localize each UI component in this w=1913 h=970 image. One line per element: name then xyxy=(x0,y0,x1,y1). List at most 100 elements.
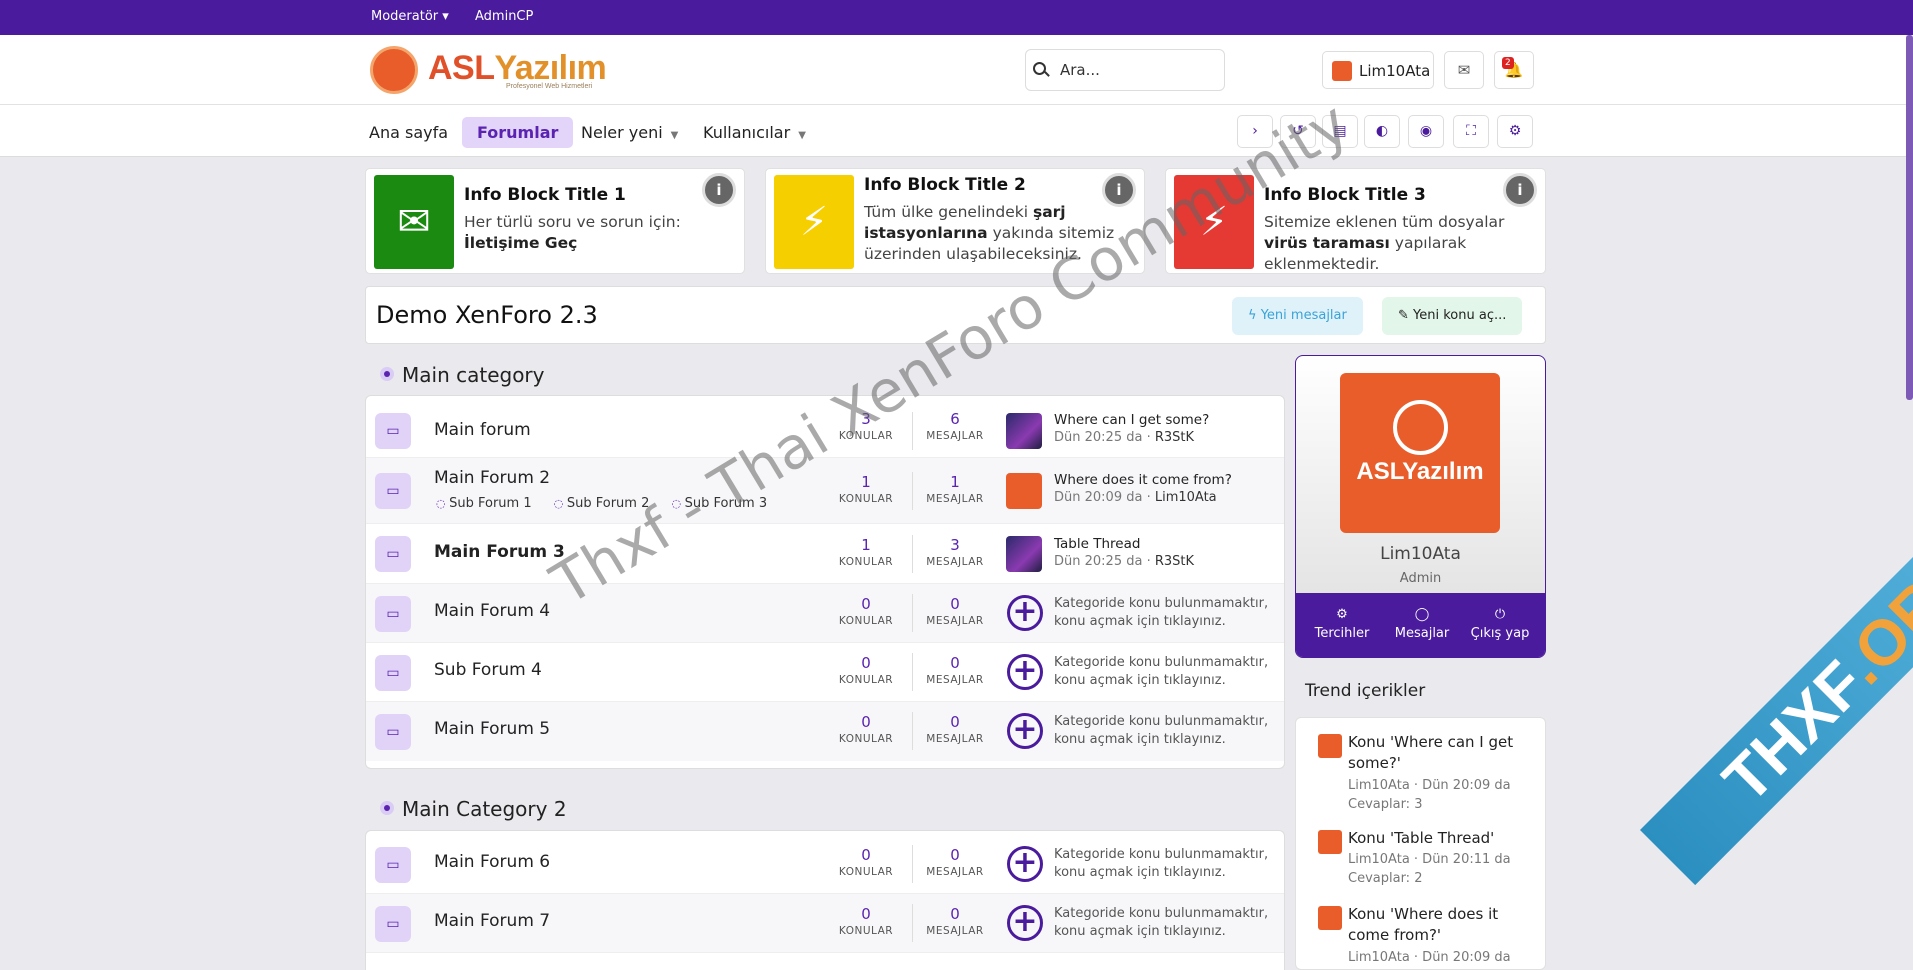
message-count: 3 MESAJLAR xyxy=(926,536,984,568)
trend-list: Konu 'Where can I get some?' Lim10Ata · … xyxy=(1295,717,1546,970)
forum-row[interactable]: ▭ Main Forum 4 0 KONULAR 0 MESAJLAR + Kate… xyxy=(366,584,1284,643)
info-icon[interactable]: i xyxy=(702,173,736,207)
info-title: Info Block Title 2 xyxy=(864,175,1026,195)
subforum-link[interactable]: Sub Forum 1 xyxy=(436,496,532,511)
trend-title[interactable]: Konu 'Table Thread' xyxy=(1348,828,1538,849)
thread-count: 0 KONULAR xyxy=(838,846,894,878)
user-actions: ⚙ Tercihler ◯ Mesajlar ⏻ Çıkış yap xyxy=(1296,593,1545,657)
empty-forum-text[interactable]: Kategoride konu bulunmamaktır, konu açma… xyxy=(1054,713,1284,749)
palette-icon[interactable]: ◐ xyxy=(1364,115,1400,148)
charging-station-icon: ⚡ xyxy=(774,175,854,269)
forum-row[interactable]: ▭ Main Forum 6 0 KONULAR 0 MESAJLAR + Kate… xyxy=(366,835,1284,894)
new-thread-button[interactable]: ✎ Yeni konu aç... xyxy=(1382,297,1523,335)
alerts-button[interactable]: 2 🔔 xyxy=(1494,51,1534,89)
message-count: 0 MESAJLAR xyxy=(926,846,984,878)
logout-link[interactable]: ⏻ Çıkış yap xyxy=(1460,607,1540,641)
moderator-menu[interactable]: Moderatör ▾ xyxy=(371,9,449,24)
avatar xyxy=(1318,734,1342,758)
last-post-meta: Dün 20:25 da · R3StK xyxy=(1054,554,1195,569)
last-post-title[interactable]: Where can I get some? xyxy=(1054,412,1209,428)
forum-name[interactable]: Sub Forum 4 xyxy=(434,660,542,680)
info-block-1: ✉ Info Block Title 1 Her türlü soru ve s… xyxy=(365,168,745,274)
category-main-2: ▭ Main Forum 6 0 KONULAR 0 MESAJLAR + Kate… xyxy=(365,830,1285,970)
trend-replies: Cevaplar: 2 xyxy=(1348,871,1423,886)
info-text: Her türlü soru ve sorun için: İletişime … xyxy=(464,213,681,252)
category-header[interactable]: Main category xyxy=(380,363,545,387)
last-post-title[interactable]: Table Thread xyxy=(1054,536,1140,552)
page-title: Demo XenForo 2.3 xyxy=(376,301,598,329)
thread-count: 1 KONULAR xyxy=(838,473,894,505)
nav-home[interactable]: Ana sayfa xyxy=(354,117,463,148)
avatar[interactable] xyxy=(1006,536,1042,572)
forum-chat-icon: ▭ xyxy=(375,906,411,942)
notification-badge: 2 xyxy=(1502,57,1514,69)
plus-circle-icon[interactable]: + xyxy=(1007,595,1043,631)
gear-icon[interactable]: ⚙ xyxy=(1497,115,1533,148)
trend-meta: Lim10Ata · Dün 20:09 da xyxy=(1348,778,1511,793)
user-avatar-logo[interactable]: ASLYazılım xyxy=(1340,373,1500,533)
thread-count: 0 KONULAR xyxy=(838,905,894,937)
nav-whats-new[interactable]: Neler yeni ▼ xyxy=(566,117,693,148)
last-post-meta: Dün 20:25 da · R3StK xyxy=(1054,430,1195,445)
search-input[interactable]: Ara... xyxy=(1025,49,1225,91)
preferences-link[interactable]: ⚙ Tercihler xyxy=(1302,607,1382,641)
category-dot-icon xyxy=(380,801,394,815)
username: Lim10Ata xyxy=(1359,62,1431,80)
avatar xyxy=(1332,61,1352,81)
info-icon[interactable]: i xyxy=(1102,173,1136,207)
forum-row[interactable]: ▭ Main Forum 5 0 KONULAR 0 MESAJLAR + Kate… xyxy=(366,702,1284,761)
nav-members[interactable]: Kullanıcılar ▼ xyxy=(688,117,821,148)
empty-forum-text[interactable]: Kategoride konu bulunmamaktır, konu açma… xyxy=(1054,654,1284,690)
plus-circle-icon[interactable]: + xyxy=(1007,713,1043,749)
gear-icon: ⚙ xyxy=(1336,607,1348,622)
plus-circle-icon[interactable]: + xyxy=(1007,654,1043,690)
forum-name[interactable]: Main Forum 5 xyxy=(434,719,550,739)
plus-circle-icon[interactable]: + xyxy=(1007,905,1043,941)
empty-forum-text[interactable]: Kategoride konu bulunmamaktır, konu açma… xyxy=(1054,905,1284,941)
new-posts-button[interactable]: ϟ Yeni mesajlar xyxy=(1232,297,1363,335)
message-count: 0 MESAJLAR xyxy=(926,595,984,627)
inbox-button[interactable]: ✉ xyxy=(1444,51,1484,89)
user-menu-button[interactable]: Lim10Ata xyxy=(1322,51,1434,89)
message-count: 1 MESAJLAR xyxy=(926,473,984,505)
contact-link[interactable]: İletişime Geç xyxy=(464,234,577,252)
avatar[interactable] xyxy=(1006,413,1042,449)
logo-icon[interactable] xyxy=(370,46,418,94)
empty-forum-text[interactable]: Kategoride konu bulunmamaktır, konu açma… xyxy=(1054,846,1284,882)
admincp-link[interactable]: AdminCP xyxy=(475,9,533,24)
logo-icon xyxy=(1393,400,1448,455)
forum-row[interactable]: ▭ Sub Forum 4 0 KONULAR 0 MESAJLAR + Kateg… xyxy=(366,643,1284,702)
top-bar: Moderatör ▾ AdminCP xyxy=(0,0,1913,35)
avatar[interactable] xyxy=(1006,473,1042,509)
caret-down-icon: ▼ xyxy=(798,130,806,141)
thread-count: 0 KONULAR xyxy=(838,595,894,627)
trend-title[interactable]: Konu 'Where does it come from?' xyxy=(1348,904,1538,946)
forum-name[interactable]: Main Forum 4 xyxy=(434,601,550,621)
user-name[interactable]: Lim10Ata xyxy=(1296,544,1545,564)
forum-name[interactable]: Main Forum 2 xyxy=(434,468,550,488)
trend-title[interactable]: Konu 'Where can I get some?' xyxy=(1348,732,1538,774)
forum-name[interactable]: Main Forum 6 xyxy=(434,852,550,872)
plus-circle-icon[interactable]: + xyxy=(1007,846,1043,882)
forum-row[interactable]: ▭ Main Forum 7 0 KONULAR 0 MESAJLAR + Kate… xyxy=(366,894,1284,953)
thread-count: 1 KONULAR xyxy=(838,536,894,568)
forum-chat-icon: ▭ xyxy=(375,536,411,572)
nav-forums[interactable]: Forumlar xyxy=(462,117,574,148)
search-icon xyxy=(1033,62,1046,75)
forum-chat-icon: ▭ xyxy=(375,655,411,691)
forum-chat-icon: ▭ xyxy=(375,847,411,883)
scrollbar[interactable] xyxy=(1906,35,1913,400)
forum-chat-icon: ▭ xyxy=(375,413,411,449)
forum-row[interactable]: ▭ Main Forum 3 1 KONULAR 3 MESAJLAR Table … xyxy=(366,524,1284,584)
last-post-title[interactable]: Where does it come from? xyxy=(1054,472,1232,488)
empty-forum-text[interactable]: Kategoride konu bulunmamaktır, konu açma… xyxy=(1054,595,1284,631)
messages-link[interactable]: ◯ Mesajlar xyxy=(1382,607,1462,641)
eye-icon[interactable]: ◉ xyxy=(1408,115,1444,148)
category-header[interactable]: Main Category 2 xyxy=(380,797,567,821)
forum-name[interactable]: Main Forum 7 xyxy=(434,911,550,931)
info-icon[interactable]: i xyxy=(1503,173,1537,207)
forum-name[interactable]: Main forum xyxy=(434,420,531,440)
fullscreen-icon[interactable]: ⛶ xyxy=(1453,115,1489,148)
message-count: 0 MESAJLAR xyxy=(926,654,984,686)
logo-text: ASLYazılım xyxy=(1356,458,1484,485)
